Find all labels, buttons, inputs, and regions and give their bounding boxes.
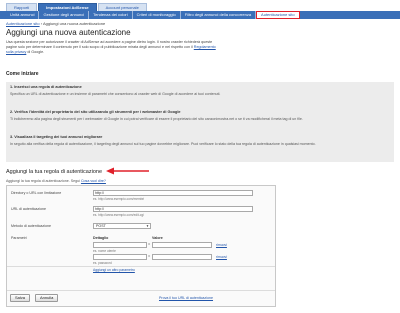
intro-body: Usa questa sezione per autorizzare il cr… [6, 40, 213, 49]
param-name-input-2[interactable] [93, 254, 147, 260]
equals-sign-2: = [148, 254, 151, 258]
subtab-autenticazione-sito[interactable]: Autenticazione sito [256, 11, 300, 19]
intro-suffix: di Google. [27, 49, 45, 54]
subtab-filtro-annunci[interactable]: Filtro degli annunci della concorrenza [181, 11, 257, 19]
param-hint-user: es. nome utente [93, 249, 116, 253]
add-param-link[interactable]: Aggiungi un altro parametro [93, 268, 135, 272]
actions-divider [7, 290, 275, 291]
params-label: Parametri [11, 236, 27, 240]
breadcrumb-current: Aggiungi una nuova autenticazione [42, 21, 106, 26]
step-3: 3. Visualizza il targeting dei tuoi annu… [10, 135, 390, 147]
what-does-it-mean-link[interactable]: Cosa vuol dire? [81, 179, 106, 183]
col-detail-header: Dettaglio [93, 236, 109, 240]
param-hint-pass: es. password [93, 261, 112, 265]
auth-method-value: POST [96, 224, 106, 228]
step-3-title: 3. Visualizza il targeting dei tuoi annu… [10, 135, 103, 139]
step-2-text: Ti indicheremo alla pagina degli strumen… [10, 116, 303, 121]
add-rule-title: Aggiungi la tua regola di autenticazione [6, 169, 103, 175]
step-2-title: 2. Verifica l'identità del proprietario … [10, 110, 181, 114]
remove-param-link-1[interactable]: rimuovi [216, 243, 227, 247]
col-value-header: Valore [152, 236, 163, 240]
chevron-down-icon: ▼ [146, 224, 149, 228]
auth-url-hint: es. http://www.esempio.com/edit-cgi [93, 213, 144, 217]
page-title: Aggiungi una nuova autenticazione [6, 28, 131, 37]
tab-impostazioni-adsense[interactable]: Impostazioni AdSense [38, 3, 97, 11]
auth-method-label: Metodo di autenticazione [11, 224, 51, 228]
cancel-button[interactable]: Annulla [35, 294, 59, 302]
auth-url-label: URL di autenticazione [11, 207, 47, 211]
howto-title: Come iniziare [6, 71, 39, 77]
subtab-tendenza-colori[interactable]: Tendenza dei colori [89, 11, 133, 19]
restricted-dir-input[interactable] [93, 190, 253, 196]
param-divider [7, 266, 275, 267]
step-2: 2. Verifica l'identità del proprietario … [10, 110, 390, 122]
tab-account-personale[interactable]: Account personale [97, 3, 147, 11]
subtab-criteri-monitoraggio[interactable]: Criteri di monitoraggio [133, 11, 181, 19]
auth-form: Directory o URL con limitazione es. http… [6, 185, 276, 307]
steps-box: 1. Inserisci una regola di autenticazion… [6, 82, 394, 162]
step-1-text: Specifica un URL di autenticazione e un … [10, 91, 221, 96]
adsense-page: Rapporti Impostazioni AdSense Account pe… [0, 0, 400, 313]
sub-tabs: Unità annunci Gestione degli annunci Ten… [0, 11, 400, 19]
auth-url-input[interactable] [93, 206, 253, 212]
breadcrumb-separator: › [40, 21, 43, 26]
param-value-input-2[interactable] [152, 254, 212, 260]
restricted-dir-hint: es. http://www.esempio.com/membri [93, 197, 145, 201]
step-1-title: 1. Inserisci una regola di autenticazion… [10, 85, 82, 89]
equals-sign-1: = [148, 242, 151, 246]
breadcrumb: Autenticazione sito › Aggiungi una nuova… [6, 21, 105, 26]
top-tabs: Rapporti Impostazioni AdSense Account pe… [6, 3, 148, 11]
add-rule-subtitle: Aggiungi la tua regola di autenticazione… [6, 179, 106, 183]
subtab-unita-annunci[interactable]: Unità annunci [6, 11, 40, 19]
remove-param-link-2[interactable]: rimuovi [216, 255, 227, 259]
step-3-text: In seguito alla verifica della regola di… [10, 141, 316, 146]
red-arrow-icon [106, 167, 149, 175]
add-rule-subtitle-text: Aggiungi la tua regola di autenticazione… [6, 179, 80, 183]
intro-text: Usa questa sezione per autorizzare il cr… [6, 40, 221, 54]
param-value-input-1[interactable] [152, 242, 212, 248]
tab-rapporti[interactable]: Rapporti [6, 3, 38, 11]
breadcrumb-link[interactable]: Autenticazione sito [6, 21, 40, 26]
auth-method-select[interactable]: POST ▼ [93, 223, 151, 229]
restricted-dir-label: Directory o URL con limitazione [11, 191, 62, 195]
param-name-input-1[interactable] [93, 242, 147, 248]
subtab-gestione-annunci[interactable]: Gestione degli annunci [39, 11, 90, 19]
test-auth-url-link[interactable]: Prova il tuo URL di autenticazione [159, 296, 213, 300]
save-button[interactable]: Salva [10, 294, 31, 302]
step-1: 1. Inserisci una regola di autenticazion… [10, 85, 390, 97]
